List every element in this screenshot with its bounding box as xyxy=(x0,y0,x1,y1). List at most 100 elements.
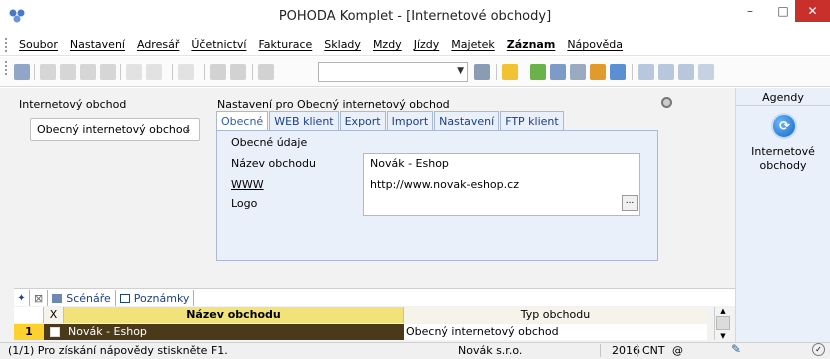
menu-item-10[interactable]: Nápověda xyxy=(561,34,629,56)
menu-item-3[interactable]: Účetnictví xyxy=(185,34,252,56)
status-help-text: (1/1) Pro získání nápovědy stiskněte F1. xyxy=(8,344,228,357)
toolbar-separator xyxy=(120,64,121,80)
menu-item-1[interactable]: Nastavení xyxy=(64,34,131,56)
chevron-down-icon: ⌄ xyxy=(183,124,192,135)
menu-item-7[interactable]: Jízdy xyxy=(408,34,446,56)
clipboard-icon[interactable] xyxy=(258,64,274,80)
internet-shops-icon[interactable]: ⟳ xyxy=(771,113,797,139)
settings-tabs: Obecné WEB klient Export Import Nastavení FTP… xyxy=(216,111,565,131)
shop-name-label: Název obchodu xyxy=(231,157,316,170)
menu-item-6[interactable]: Mzdy xyxy=(367,34,408,56)
pen-icon[interactable]: ✎ xyxy=(731,342,741,356)
table-row-type[interactable]: Obecný internetový obchod xyxy=(404,324,707,340)
filter-icon[interactable] xyxy=(474,64,490,80)
save-all-icon[interactable] xyxy=(230,64,246,80)
scenario-icon xyxy=(52,293,63,303)
scroll-down-icon[interactable]: ▼ xyxy=(716,332,730,340)
new-record-icon[interactable] xyxy=(126,64,142,80)
toolbar-separator xyxy=(632,64,633,80)
indicator-icon xyxy=(661,97,672,108)
note-icon xyxy=(119,293,130,303)
toolbar-separator xyxy=(204,64,205,80)
www-field[interactable]: http://www.novak-eshop.cz xyxy=(370,178,519,191)
close-button[interactable]: ✕ xyxy=(795,0,830,22)
menu-item-0[interactable]: Soubor xyxy=(13,34,64,56)
check-icon[interactable]: ✓ xyxy=(812,343,825,356)
tab-5[interactable]: FTP klient xyxy=(500,111,564,131)
status-separator xyxy=(600,344,601,357)
star-icon[interactable]: ✦ xyxy=(14,290,30,306)
column-header-type[interactable]: Typ obchodu xyxy=(404,307,707,323)
table-row-name[interactable]: Novák - Eshop xyxy=(64,324,404,340)
menu-item-4[interactable]: Fakturace xyxy=(252,34,318,56)
status-separator xyxy=(637,344,638,357)
layout-alt-icon[interactable] xyxy=(678,64,694,80)
toolbar-separator xyxy=(496,64,497,80)
window-icon[interactable] xyxy=(638,64,654,80)
www-link[interactable]: WWW xyxy=(231,178,264,191)
scroll-thumb[interactable] xyxy=(716,316,730,330)
toolbar-separator xyxy=(34,64,35,80)
shop-select-value: Obecný internetový obchod xyxy=(37,123,190,136)
main-menu: Soubor Nastavení Adresář Účetnictví Fakturac… xyxy=(13,34,629,56)
menu-bar: Soubor Nastavení Adresář Účetnictví Fakturac… xyxy=(0,34,830,56)
tab-scenarios-label: Scénáře xyxy=(66,291,111,305)
toolbar-combo[interactable]: ▼ xyxy=(318,62,468,82)
chevron-down-icon: ▼ xyxy=(457,66,464,76)
menu-grip xyxy=(5,38,7,52)
folder-icon[interactable] xyxy=(502,64,518,80)
menu-item-2[interactable]: Adresář xyxy=(131,34,185,56)
menu-item-8[interactable]: Majetek xyxy=(445,34,501,56)
grid-corner xyxy=(14,307,44,323)
settings-heading: Nastavení pro Obecný internetový obchod xyxy=(217,98,450,111)
save-icon[interactable] xyxy=(210,64,226,80)
copy-icon[interactable] xyxy=(100,64,116,80)
tab-3[interactable]: Import xyxy=(386,111,434,131)
row-checkbox[interactable] xyxy=(50,327,60,337)
bottom-tab-strip: ✦ ⊠ Scénáře Poznámky xyxy=(14,288,735,306)
agenda-item-internet-shops[interactable]: Internetové obchody xyxy=(740,145,826,173)
layout-icon[interactable] xyxy=(658,64,674,80)
logo-browse-button[interactable]: ... xyxy=(622,195,638,211)
status-company: Novák s.r.o. xyxy=(458,344,523,357)
column-header-x[interactable]: X xyxy=(44,307,64,323)
agenda-header: Agendy xyxy=(736,90,830,106)
tab-notes[interactable]: Poznámky xyxy=(116,290,195,306)
group-title: Obecné údaje xyxy=(231,136,308,149)
toolbar: ▼ xyxy=(0,57,830,87)
tab-4[interactable]: Nastavení xyxy=(434,111,500,131)
shop-select[interactable]: Obecný internetový obchod ⌄ xyxy=(30,118,200,141)
menu-item-5[interactable]: Sklady xyxy=(318,34,367,56)
tab-0[interactable]: Obecné xyxy=(216,111,269,131)
wand-icon[interactable] xyxy=(530,64,546,80)
toolbar-separator xyxy=(252,64,253,80)
status-year: 2016 xyxy=(612,344,640,357)
status-at: @ xyxy=(672,344,683,357)
toolbar-grip xyxy=(5,61,7,75)
preview-icon[interactable] xyxy=(80,64,96,80)
scroll-up-icon[interactable]: ▲ xyxy=(716,307,730,315)
logo-label: Logo xyxy=(231,197,258,210)
help-icon[interactable] xyxy=(698,64,714,80)
internet-shop-label: Internetový obchod xyxy=(19,98,127,111)
filter-icon[interactable]: ⊠ xyxy=(30,290,49,306)
tab-scenarios[interactable]: Scénáře xyxy=(48,290,116,306)
first-record-icon[interactable] xyxy=(14,64,30,80)
toolbar-separator xyxy=(172,64,173,80)
calendar-icon[interactable] xyxy=(550,64,566,80)
cut-icon[interactable] xyxy=(40,64,56,80)
menu-item-9[interactable]: Záznam xyxy=(501,34,562,56)
ban-icon[interactable] xyxy=(610,64,626,80)
back-icon[interactable] xyxy=(178,64,194,80)
row-number[interactable]: 1 xyxy=(14,324,44,340)
shop-name-field[interactable]: Novák - Eshop xyxy=(370,157,449,170)
users-icon[interactable] xyxy=(590,64,606,80)
print-icon[interactable] xyxy=(60,64,76,80)
edit-icon[interactable] xyxy=(146,64,162,80)
window-title: POHODA Komplet - [Internetové obchody] xyxy=(278,9,552,24)
tab-2[interactable]: Export xyxy=(339,111,386,131)
calculator-icon[interactable] xyxy=(570,64,586,80)
tab-1[interactable]: WEB klient xyxy=(269,111,339,131)
column-header-name[interactable]: Název obchodu xyxy=(64,307,404,323)
minimize-button[interactable]: – xyxy=(733,0,767,22)
